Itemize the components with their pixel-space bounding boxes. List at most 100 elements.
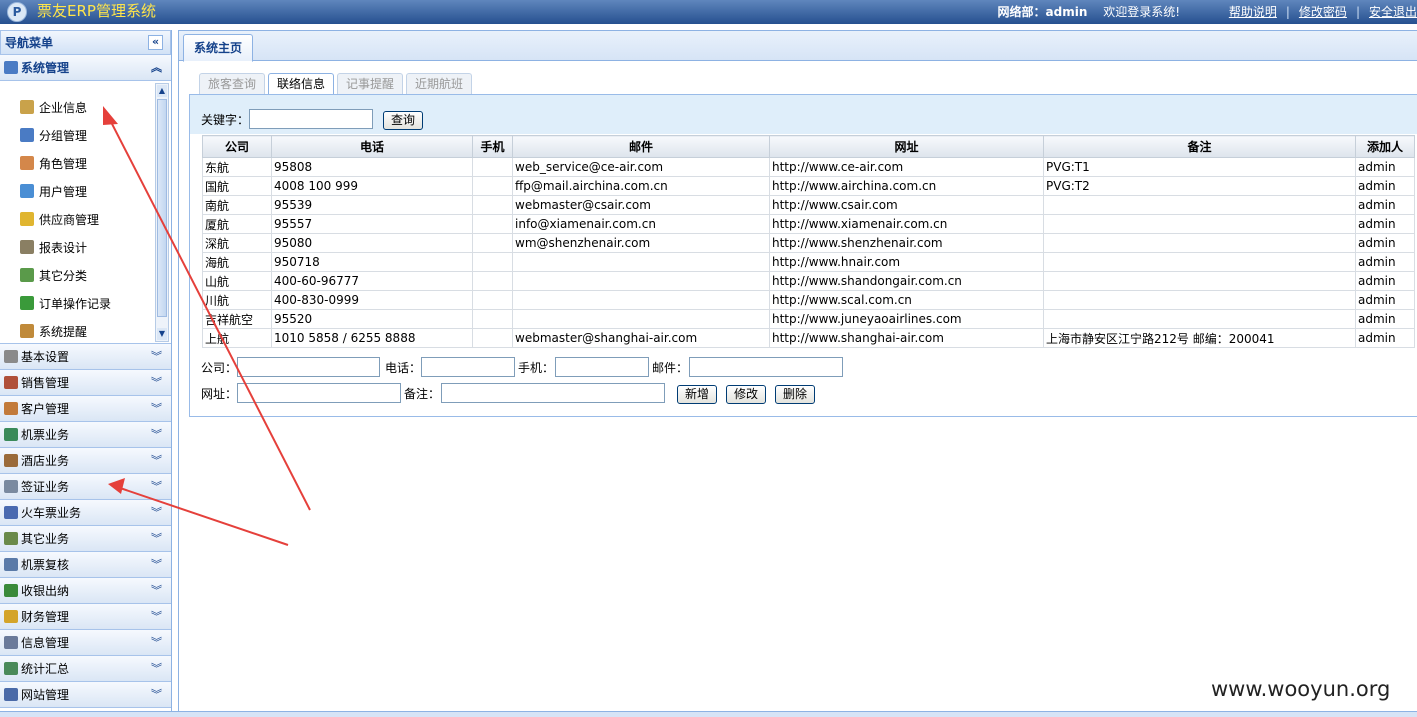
scroll-up-icon[interactable]: ▲ — [157, 85, 167, 97]
role-icon — [20, 156, 34, 170]
sidebar-item[interactable]: 角色管理 — [0, 150, 171, 178]
chevron-down-icon[interactable]: ︾ — [151, 344, 162, 370]
sidebar-item[interactable]: 报表设计 — [0, 234, 171, 262]
nav-group[interactable]: 签证业务 ︾ — [0, 474, 171, 500]
chevron-down-icon[interactable]: ︾ — [151, 448, 162, 474]
table-row[interactable]: 川航 400-830-0999 http://www.scal.com.cn admi… — [202, 290, 1415, 310]
subtab[interactable]: 旅客查询 — [199, 73, 266, 95]
separator: | — [1355, 5, 1360, 19]
table-cell: admin — [1355, 157, 1415, 177]
column-header[interactable]: 邮件 — [512, 135, 770, 158]
chevron-down-icon[interactable]: ︾ — [151, 422, 162, 448]
chevron-up-icon[interactable]: ︽ — [151, 55, 162, 81]
table-cell: 950718 — [271, 252, 473, 272]
table-cell: 95520 — [271, 309, 473, 329]
sidebar-item[interactable]: 供应商管理 — [0, 206, 171, 234]
subtab[interactable]: 近期航班 — [406, 73, 473, 95]
nav-group[interactable]: 信息管理 ︾ — [0, 630, 171, 656]
nav-group[interactable]: 销售管理 ︾ — [0, 370, 171, 396]
sidebar-item[interactable]: 订单操作记录 — [0, 290, 171, 318]
subtab[interactable]: 记事提醒 — [337, 73, 404, 95]
chevron-down-icon[interactable]: ︾ — [151, 630, 162, 656]
mobile-input[interactable] — [555, 357, 649, 377]
table-row[interactable]: 上航 1010 5858 / 6255 8888 webmaster@shangha… — [202, 328, 1415, 348]
nav-group-label: 系统管理 — [21, 61, 70, 75]
chevron-down-icon[interactable]: ︾ — [151, 526, 162, 552]
table-row[interactable]: 吉祥航空 95520 http://www.juneyaoairlines.com a… — [202, 309, 1415, 329]
sidebar-item[interactable]: 企业信息 — [0, 94, 171, 122]
table-cell: 山航 — [202, 271, 272, 291]
chevron-down-icon[interactable]: ︾ — [151, 552, 162, 578]
nav-group-label: 基本设置 — [21, 350, 70, 364]
website-icon — [4, 688, 18, 701]
table-row[interactable]: 山航 400-60-96777 http://www.shandongair.com… — [202, 271, 1415, 291]
table-cell: http://www.ce-air.com — [769, 157, 1044, 177]
column-header[interactable]: 公司 — [202, 135, 272, 158]
subtab[interactable]: 联络信息 — [268, 73, 335, 95]
scroll-down-icon[interactable]: ▼ — [157, 328, 167, 340]
email-input[interactable] — [689, 357, 843, 377]
column-header[interactable]: 添加人 — [1355, 135, 1415, 158]
nav-group-system[interactable]: 系统管理 ︽ — [0, 55, 171, 81]
chevron-down-icon[interactable]: ︾ — [151, 370, 162, 396]
website-input[interactable] — [237, 383, 401, 403]
tab-home[interactable]: 系统主页 — [183, 34, 254, 62]
help-link[interactable]: 帮助说明 — [1229, 5, 1277, 19]
column-header[interactable]: 电话 — [271, 135, 473, 158]
nav-group[interactable]: 机票复核 ︾ — [0, 552, 171, 578]
chevron-down-icon[interactable]: ︾ — [151, 474, 162, 500]
change-password-link[interactable]: 修改密码 — [1299, 5, 1347, 19]
sidebar-item-label: 角色管理 — [39, 157, 88, 171]
chevron-down-icon[interactable]: ︾ — [151, 682, 162, 708]
chevron-down-icon[interactable]: ︾ — [151, 500, 162, 526]
table-cell: admin — [1355, 252, 1415, 272]
yen-icon — [4, 584, 18, 597]
edit-button[interactable]: 修改 — [726, 385, 767, 404]
delete-button[interactable]: 删除 — [775, 385, 816, 404]
nav-group[interactable]: 机票业务 ︾ — [0, 422, 171, 448]
column-header[interactable]: 网址 — [769, 135, 1044, 158]
collapse-sidebar-button[interactable]: « — [148, 35, 163, 50]
search-button[interactable]: 查询 — [383, 111, 424, 130]
nav-group[interactable]: 财务管理 ︾ — [0, 604, 171, 630]
table-row[interactable]: 南航 95539 webmaster@csair.com http://www.csa… — [202, 195, 1415, 215]
sidebar-item[interactable]: 系统提醒 — [0, 318, 171, 343]
category-icon — [20, 268, 34, 282]
nav-group[interactable]: 客户管理 ︾ — [0, 396, 171, 422]
nav-group[interactable]: 火车票业务 ︾ — [0, 500, 171, 526]
report-icon — [20, 240, 34, 254]
add-button[interactable]: 新增 — [677, 385, 718, 404]
nav-group[interactable]: 基本设置 ︾ — [0, 344, 171, 370]
table-cell — [472, 157, 513, 177]
reminder-icon — [20, 324, 34, 338]
keyword-input[interactable] — [249, 109, 373, 129]
table-row[interactable]: 深航 95080 wm@shenzhenair.com http://www.shen… — [202, 233, 1415, 253]
remark-input[interactable] — [441, 383, 665, 403]
chevron-down-icon[interactable]: ︾ — [151, 604, 162, 630]
table-row[interactable]: 厦航 95557 info@xiamenair.com.cn http://www.x… — [202, 214, 1415, 234]
table-row[interactable]: 国航 4008 100 999 ffp@mail.airchina.com.cn ht… — [202, 176, 1415, 196]
submenu-scrollbar[interactable]: ▲ ▼ — [155, 83, 169, 342]
sidebar-item[interactable]: 用户管理 — [0, 178, 171, 206]
logout-link[interactable]: 安全退出 — [1369, 5, 1417, 19]
nav-group[interactable]: 统计汇总 ︾ — [0, 656, 171, 682]
phone-input[interactable] — [421, 357, 515, 377]
table-row[interactable]: 东航 95808 web_service@ce-air.com http://www.… — [202, 157, 1415, 177]
scroll-thumb[interactable] — [157, 99, 167, 317]
nav-group[interactable]: 收银出纳 ︾ — [0, 578, 171, 604]
sidebar-item[interactable]: 其它分类 — [0, 262, 171, 290]
chevron-down-icon[interactable]: ︾ — [151, 578, 162, 604]
table-row[interactable]: 海航 950718 http://www.hnair.com admin — [202, 252, 1415, 272]
sidebar-item[interactable]: 分组管理 — [0, 122, 171, 150]
nav-group[interactable]: 其它业务 ︾ — [0, 526, 171, 552]
sales-icon — [4, 376, 18, 389]
company-input[interactable] — [237, 357, 380, 377]
dept-user: 网络部：admin — [997, 5, 1088, 19]
column-header[interactable]: 手机 — [472, 135, 513, 158]
nav-group[interactable]: 网站管理 ︾ — [0, 682, 171, 708]
chevron-down-icon[interactable]: ︾ — [151, 396, 162, 422]
column-header[interactable]: 备注 — [1043, 135, 1356, 158]
chevron-down-icon[interactable]: ︾ — [151, 656, 162, 682]
nav-group[interactable]: 酒店业务 ︾ — [0, 448, 171, 474]
table-cell: 上海市静安区江宁路212号 邮编：200041 — [1043, 328, 1356, 348]
